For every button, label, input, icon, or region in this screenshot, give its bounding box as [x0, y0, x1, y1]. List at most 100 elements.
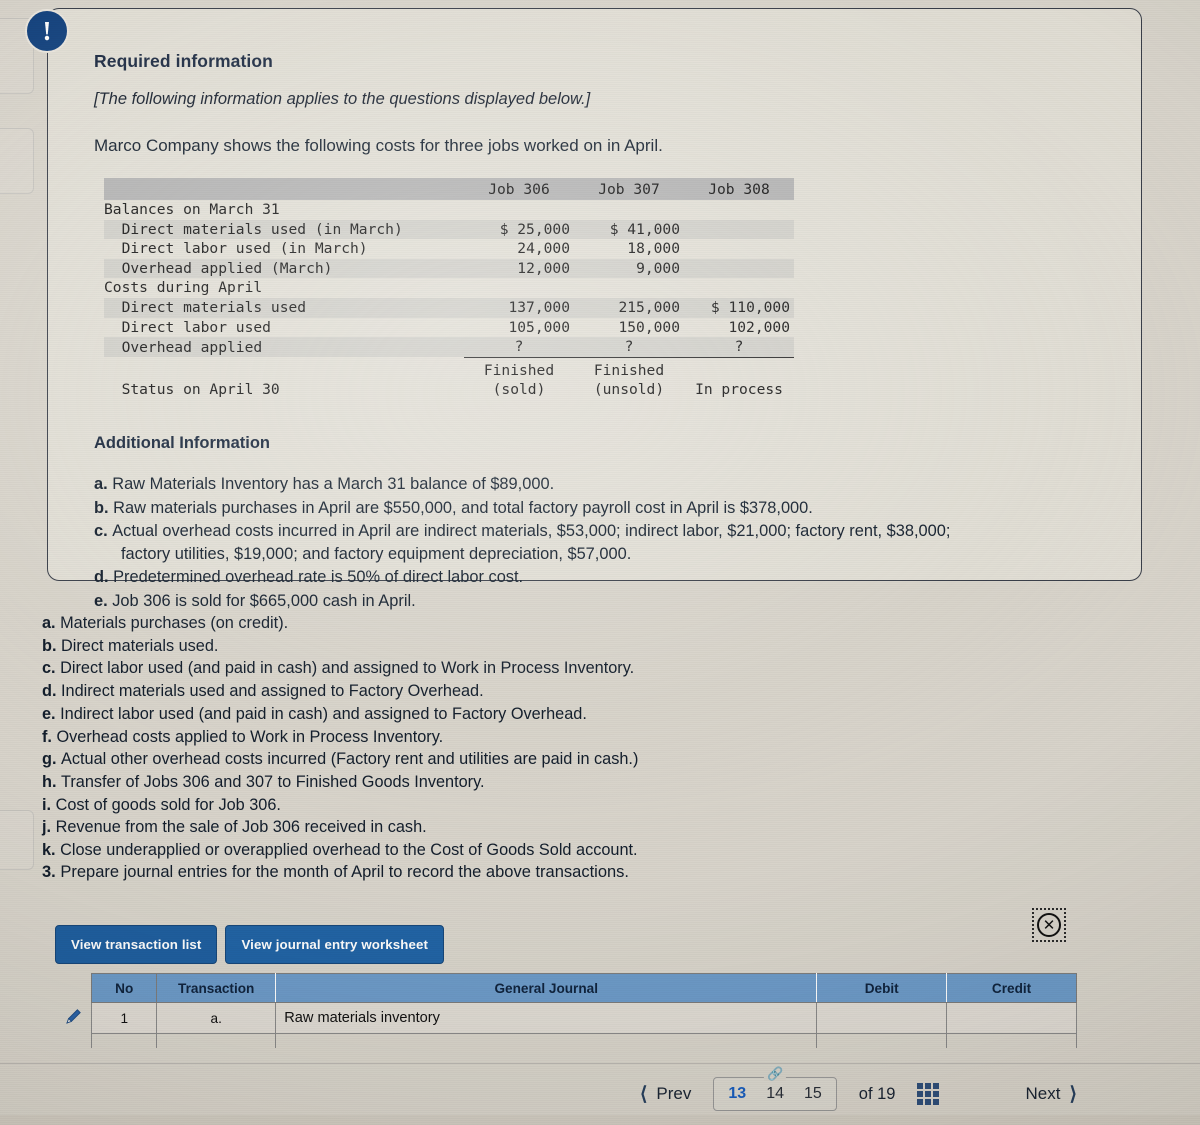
transaction-letter: k. — [42, 841, 61, 860]
journal-col-debit: Debit — [816, 973, 948, 1003]
item-letter: a. — [94, 474, 113, 493]
pencil-icon[interactable] — [55, 1003, 92, 1034]
additional-information-item: e. Job 306 is sold for $665,000 cash in … — [94, 590, 1101, 613]
cost-table-row: Overhead applied??? — [104, 337, 794, 358]
item-text-continued: factory utilities, $19,000; and factory … — [121, 544, 632, 563]
journal-cell-credit[interactable] — [946, 1002, 1077, 1034]
next-label: Next — [1025, 1084, 1061, 1103]
cost-table-cell: 102,000 — [728, 318, 790, 336]
cost-table-cell: 24,000 — [517, 240, 570, 258]
cost-table-row-label: Direct materials used — [104, 297, 464, 318]
cost-table-row: Costs during April — [104, 278, 794, 298]
close-icon-glyph: ✕ — [1037, 913, 1061, 937]
cost-table-row-label: Direct labor used (in March) — [104, 240, 368, 258]
prev-label: Prev — [656, 1084, 692, 1103]
cost-table-cell — [574, 278, 684, 298]
item-letter: d. — [94, 568, 114, 587]
view-buttons-group: View transaction list View journal entry… — [55, 925, 444, 964]
transaction-text: Direct labor used (and paid in cash) and… — [60, 659, 635, 678]
job-costs-table: Job 306 Job 307 Job 308 Balances on March 3… — [104, 178, 794, 400]
cost-table-cell: ? — [574, 337, 684, 358]
cost-table-cell — [464, 278, 574, 298]
journal-entry-table: No Transaction General Journal Debit Cre… — [55, 973, 1077, 1048]
transaction-letter: i. — [42, 795, 56, 814]
table-row[interactable] — [55, 1033, 1077, 1048]
transaction-text: Direct materials used. — [61, 636, 219, 655]
additional-information-item: c. Actual overhead costs incurred in Apr… — [94, 520, 1101, 565]
question-number: 3. — [42, 863, 56, 881]
transaction-text: Indirect labor used (and paid in cash) a… — [60, 704, 587, 723]
cost-table-cell — [684, 219, 794, 240]
intro-text: Marco Company shows the following costs … — [94, 136, 663, 155]
transaction-item: d. Indirect materials used and assigned … — [42, 680, 862, 703]
cost-table-cell: 137,000 — [464, 297, 574, 318]
prev-button[interactable]: ⟨ Prev — [640, 1083, 691, 1106]
transaction-item: c. Direct labor used (and paid in cash) … — [42, 657, 862, 680]
transaction-item: g. Actual other overhead costs incurred … — [42, 748, 862, 771]
cost-table-row-label: Costs during April — [104, 279, 263, 297]
item-letter: b. — [94, 498, 114, 517]
bottom-navigation-bar: ⟨ Prev 🔗 13 14 15 of 19 Next ⟩ — [0, 1063, 1200, 1125]
transaction-item: j. Revenue from the sale of Job 306 rece… — [42, 816, 862, 839]
cost-table-cell: 105,000 — [508, 318, 570, 336]
additional-information-item: d. Predetermined overhead rate is 50% of… — [94, 566, 1101, 589]
exclamation-icon: ! — [25, 9, 69, 53]
page-number-13[interactable]: 13 — [728, 1085, 746, 1103]
question-text: Prepare journal entries for the month of… — [60, 863, 630, 881]
cost-table-cell — [684, 258, 794, 279]
cost-table-cell: ? — [684, 337, 794, 358]
journal-cell-no[interactable]: 1 — [91, 1002, 158, 1034]
journal-cell-empty[interactable] — [156, 1033, 277, 1048]
cost-table-row-label: Overhead applied — [104, 337, 464, 358]
journal-col-no: No — [91, 973, 158, 1003]
reflection-ghost-3 — [0, 810, 34, 870]
view-journal-entry-worksheet-button[interactable]: View journal entry worksheet — [225, 925, 444, 964]
transaction-item: h. Transfer of Jobs 306 and 307 to Finis… — [42, 771, 862, 794]
page-number-15[interactable]: 15 — [804, 1085, 822, 1103]
journal-cell-empty[interactable] — [946, 1033, 1077, 1048]
close-x-icon[interactable]: ✕ — [1032, 908, 1066, 942]
transaction-item: f. Overhead costs applied to Work in Pro… — [42, 726, 862, 749]
transaction-text: Overhead costs applied to Work in Proces… — [56, 727, 444, 746]
transaction-description-list: a. Materials purchases (on credit). b. Di… — [42, 612, 862, 862]
cost-table-status-cell: Finished (sold) — [483, 361, 555, 399]
additional-information-list: a. Raw Materials Inventory has a March 3… — [94, 473, 1101, 613]
journal-cell-debit[interactable] — [816, 1002, 948, 1034]
cost-table-cell: 18,000 — [627, 240, 680, 258]
page-selector[interactable]: 🔗 13 14 15 — [713, 1067, 837, 1111]
applies-note: [The following information applies to th… — [94, 90, 591, 108]
transaction-item: b. Direct materials used. — [42, 635, 862, 658]
table-row[interactable]: 1 a. Raw materials inventory — [55, 1002, 1077, 1034]
cost-table-cell — [684, 278, 794, 298]
journal-cell-transaction[interactable]: a. — [156, 1002, 277, 1034]
cost-table-header-row: Job 306 Job 307 Job 308 — [104, 178, 794, 200]
additional-information-item: b. Raw materials purchases in April are … — [94, 497, 1101, 520]
reflection-ghost-2 — [0, 128, 34, 194]
item-letter: e. — [94, 591, 113, 610]
view-transaction-list-button[interactable]: View transaction list — [55, 925, 218, 964]
bottom-strip — [0, 1115, 1200, 1125]
cost-table-col-label — [104, 178, 464, 200]
cost-table-col-job-307: Job 307 — [574, 178, 684, 200]
transaction-letter: a. — [42, 614, 61, 632]
grid-menu-icon[interactable] — [917, 1083, 940, 1105]
additional-information-item: a. Raw Materials Inventory has a March 3… — [94, 473, 1101, 496]
journal-cell-empty[interactable] — [275, 1033, 818, 1048]
transaction-letter: h. — [42, 772, 61, 791]
journal-col-credit: Credit — [946, 973, 1077, 1003]
page-number-14[interactable]: 14 — [766, 1085, 784, 1103]
journal-col-transaction: Transaction — [156, 973, 277, 1003]
transaction-text: Actual other overhead costs incurred (Fa… — [61, 750, 639, 769]
next-button[interactable]: Next ⟩ — [1025, 1083, 1076, 1106]
cost-table-row: Overhead applied (March) 12,000 9,000 — [104, 258, 794, 279]
journal-cell-general-journal[interactable]: Raw materials inventory — [275, 1002, 818, 1034]
cost-table-status-label: Status on April 30 — [104, 381, 280, 399]
item-text: Job 306 is sold for $665,000 cash in Apr… — [112, 591, 416, 610]
journal-cell-empty[interactable] — [55, 1034, 92, 1048]
transaction-item: e. Indirect labor used (and paid in cash… — [42, 703, 862, 726]
transaction-text: Indirect materials used and assigned to … — [61, 682, 484, 701]
journal-cell-empty[interactable] — [816, 1033, 948, 1048]
transaction-item: a. Materials purchases (on credit). — [42, 612, 862, 635]
journal-cell-empty[interactable] — [91, 1033, 158, 1048]
cost-table-cell — [464, 200, 574, 220]
